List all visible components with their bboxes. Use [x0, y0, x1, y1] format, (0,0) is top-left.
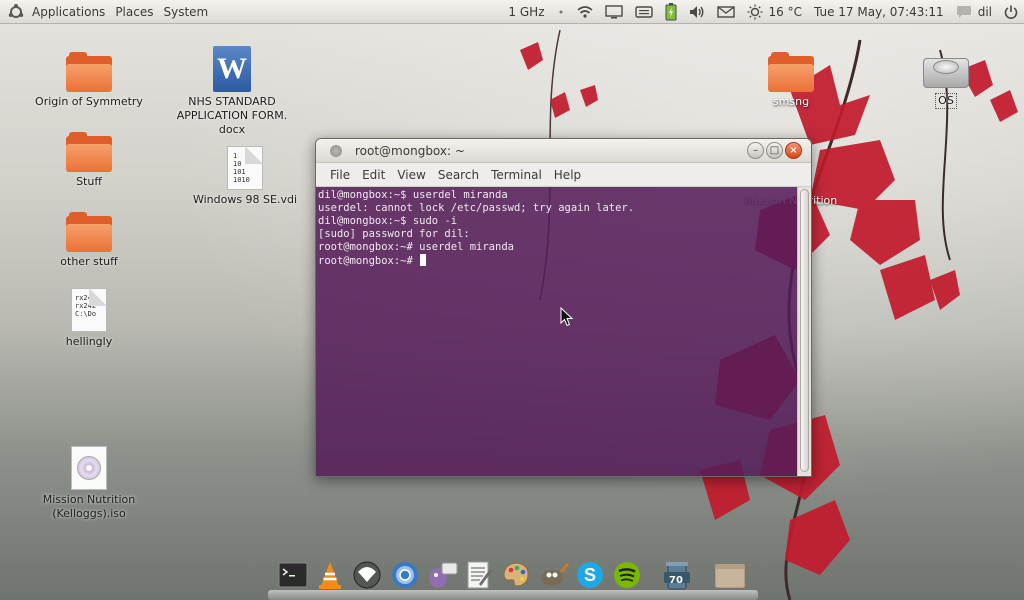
- spotify-icon[interactable]: [610, 558, 644, 592]
- text-file-icon: rx241 rx242 C:\Do: [71, 288, 107, 332]
- network-wifi-icon[interactable]: [571, 0, 599, 24]
- desktop-folder-origin-of-symmetry[interactable]: Origin of Symmetry: [34, 52, 144, 109]
- scrollbar-thumb[interactable]: [800, 189, 809, 472]
- menu-places[interactable]: Places: [110, 5, 158, 19]
- weather-icon[interactable]: [741, 0, 769, 24]
- mouse-pointer-icon: [560, 307, 574, 327]
- terminal-scrollbar[interactable]: [797, 187, 811, 476]
- ubuntu-logo-icon[interactable]: [5, 1, 27, 23]
- window-controls: – □ ×: [747, 142, 802, 159]
- desktop-file-nhs-application[interactable]: W NHS STANDARD APPLICATION FORM. docx: [177, 46, 287, 137]
- volume-icon[interactable]: [683, 0, 711, 24]
- menu-file[interactable]: File: [324, 168, 356, 182]
- desktop-icon-label: hellingly: [65, 335, 113, 348]
- terminal-line: root@mongbox:~# userdel miranda: [318, 241, 514, 253]
- dock: S 70: [0, 554, 1024, 600]
- inkscape-icon[interactable]: [350, 558, 384, 592]
- desktop-folder-smsng[interactable]: smsng: [736, 52, 846, 109]
- desktop-file-mission-nutrition-iso[interactable]: Mission Nutrition (Kelloggs).iso: [34, 446, 144, 521]
- folder-icon: [66, 132, 112, 172]
- text-cursor: [420, 254, 427, 266]
- gimp-icon[interactable]: [536, 558, 570, 592]
- terminal-output[interactable]: dil@mongbox:~$ userdel miranda userdel: …: [316, 187, 799, 476]
- folder-icon[interactable]: [713, 558, 747, 592]
- panel-indicators: 1 GHz 16 °C Tue 17 May, 07:43:11 dil: [502, 0, 1024, 24]
- menu-view[interactable]: View: [391, 168, 431, 182]
- terminal-line: dil@mongbox:~$ userdel miranda: [318, 189, 508, 201]
- chromium-icon[interactable]: [388, 558, 422, 592]
- maximize-button[interactable]: □: [766, 142, 783, 159]
- desktop-icon-label: Mission Nutrition (Kelloggs).iso: [42, 493, 136, 520]
- disc-image-icon: [71, 446, 107, 490]
- menu-search[interactable]: Search: [432, 168, 485, 182]
- desktop-icon-label: smsng: [772, 95, 810, 108]
- terminal-line: userdel: cannot lock /etc/passwd; try ag…: [318, 202, 635, 214]
- desktop-icon-label: Origin of Symmetry: [35, 95, 143, 108]
- cpu-frequency[interactable]: 1 GHz: [502, 0, 550, 24]
- terminal-icon[interactable]: [276, 558, 310, 592]
- power-icon[interactable]: [998, 0, 1024, 24]
- desktop-icon-label: NHS STANDARD APPLICATION FORM. docx: [176, 95, 288, 136]
- word-document-icon: W: [213, 46, 251, 92]
- menu-help[interactable]: Help: [548, 168, 587, 182]
- battery-icon[interactable]: [659, 0, 683, 24]
- window-title-bar[interactable]: root@mongbox: ~ – □ ×: [316, 139, 811, 163]
- desktop-file-windows98-vdi[interactable]: 1 10 101 1010 Windows 98 SE.vdi: [190, 146, 300, 207]
- temperature[interactable]: 16 °C: [769, 0, 808, 24]
- window-title: root@mongbox: ~: [355, 143, 465, 158]
- desktop-folder-other-stuff[interactable]: other stuff: [34, 212, 144, 269]
- hard-drive-icon: [923, 50, 969, 90]
- skype-icon[interactable]: S: [573, 558, 607, 592]
- terminal-prompt: root@mongbox:~#: [318, 255, 420, 267]
- svg-text:S: S: [584, 565, 596, 585]
- terminal-prompt-line: root@mongbox:~#: [318, 254, 797, 268]
- trash-icon[interactable]: 70: [660, 558, 694, 592]
- window-menu-icon[interactable]: [330, 144, 342, 157]
- desktop-file-hellingly[interactable]: rx241 rx242 C:\Do hellingly: [34, 288, 144, 349]
- display-icon[interactable]: [599, 0, 629, 24]
- terminal-line: dil@mongbox:~$ sudo -i: [318, 215, 458, 227]
- keyboard-icon[interactable]: [629, 0, 659, 24]
- chat-icon[interactable]: [950, 0, 978, 24]
- close-button[interactable]: ×: [785, 142, 802, 159]
- menu-applications[interactable]: Applications: [27, 5, 110, 19]
- minimize-button[interactable]: –: [747, 142, 764, 159]
- desktop-icon-label: Windows 98 SE.vdi: [192, 193, 298, 206]
- pidgin-icon[interactable]: [425, 558, 459, 592]
- folder-icon: [66, 212, 112, 252]
- desktop-drive-os[interactable]: OS: [891, 50, 1001, 109]
- folder-icon: [66, 52, 112, 92]
- text-editor-icon[interactable]: [462, 558, 496, 592]
- desktop-icon-label: Stuff: [76, 175, 102, 188]
- trash-count-badge: 70: [669, 575, 683, 586]
- terminal-line: [sudo] password for dil:: [318, 228, 470, 240]
- desktop-icon-label: other stuff: [60, 255, 118, 268]
- menu-system[interactable]: System: [158, 5, 213, 19]
- vlc-icon[interactable]: [313, 558, 347, 592]
- desktop-icon-label: OS: [935, 93, 957, 109]
- folder-icon: [768, 52, 814, 92]
- user-name[interactable]: dil: [978, 0, 998, 24]
- top-panel: Applications Places System 1 GHz 16 °C T…: [0, 0, 1024, 24]
- terminal-menu-bar: File Edit View Search Terminal Help: [316, 163, 811, 187]
- paint-icon[interactable]: [499, 558, 533, 592]
- clock[interactable]: Tue 17 May, 07:43:11: [808, 0, 950, 24]
- menu-terminal[interactable]: Terminal: [485, 168, 548, 182]
- mail-icon[interactable]: [711, 0, 741, 24]
- binary-file-icon: 1 10 101 1010: [227, 146, 263, 190]
- separator-icon: [551, 0, 571, 24]
- menu-edit[interactable]: Edit: [356, 168, 391, 182]
- desktop-folder-stuff[interactable]: Stuff: [34, 132, 144, 189]
